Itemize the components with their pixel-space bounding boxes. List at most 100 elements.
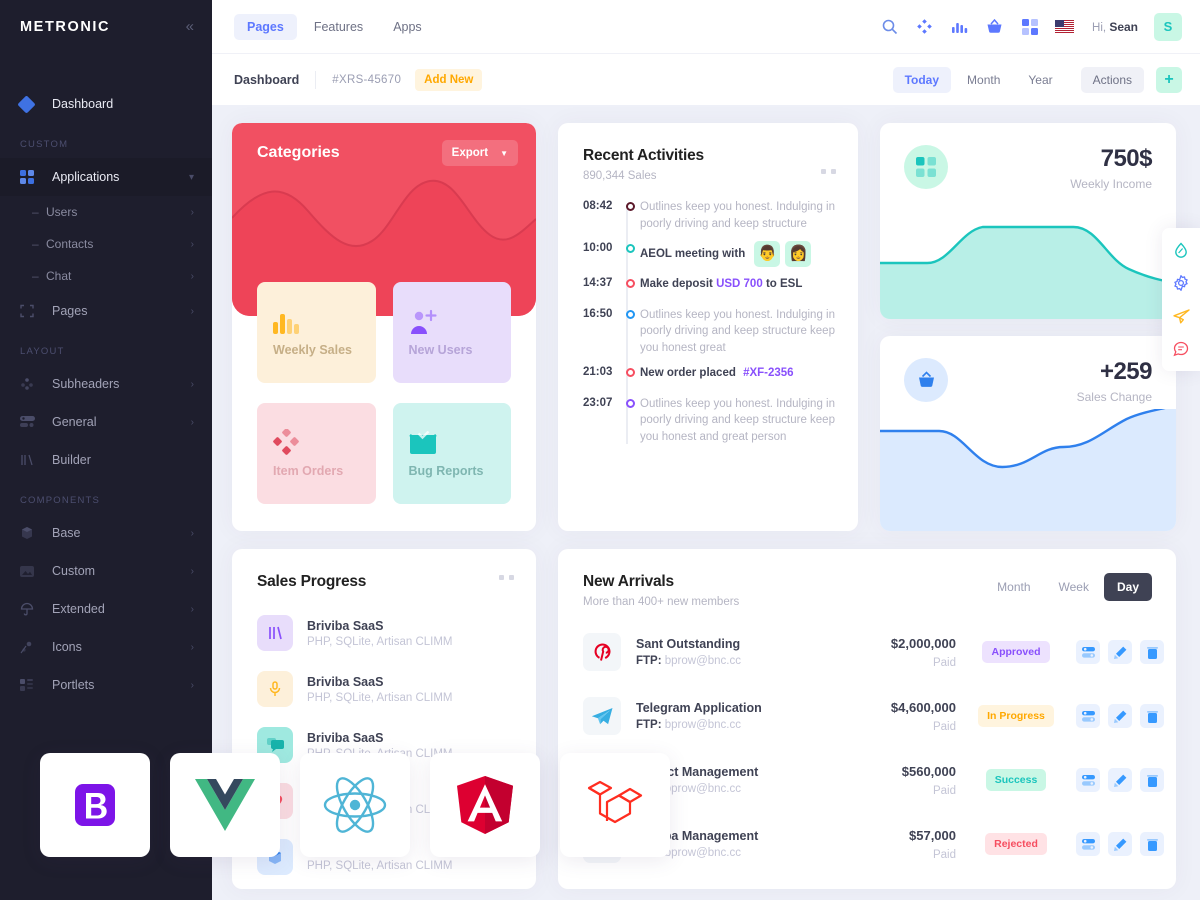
new-arrivals-tabs: Month Week Day xyxy=(984,573,1152,601)
sidebar-item-label: Users xyxy=(46,205,78,219)
dots-icon[interactable] xyxy=(499,575,514,580)
list-item[interactable]: Briviba SaaS PHP, SQLite, Artisan CLIMM xyxy=(257,661,514,717)
sidebar-item-general[interactable]: General › xyxy=(0,403,212,441)
delete-icon[interactable] xyxy=(1140,768,1164,792)
sidebar-item-pages[interactable]: Pages › xyxy=(0,292,212,330)
card-title: New Arrivals xyxy=(583,573,674,590)
angular-logo[interactable] xyxy=(430,753,540,857)
list-item[interactable]: Briviba SaaS PHP, SQLite, Artisan CLIMM xyxy=(257,605,514,661)
settings-toggle-icon[interactable] xyxy=(1076,640,1100,664)
sidebar-item-extended[interactable]: Extended › xyxy=(0,590,212,628)
chat-icon[interactable] xyxy=(1162,334,1200,364)
droplet-icon[interactable] xyxy=(1162,235,1200,265)
tab-month[interactable]: Month xyxy=(984,573,1043,601)
activity-text-wrap: Make deposit USD 700 to ESL xyxy=(640,276,836,293)
tab-features[interactable]: Features xyxy=(301,14,376,40)
table-row[interactable]: Sant Outstanding FTP: bprow@bnc.cc $2,00… xyxy=(583,620,1164,684)
chevron-right-icon: › xyxy=(190,378,194,390)
greeting: Hi, Sean xyxy=(1092,20,1138,34)
settings-toggle-icon[interactable] xyxy=(1076,832,1100,856)
row-amount: $560,000 Paid xyxy=(826,764,956,797)
export-button[interactable]: Export ▼ xyxy=(441,140,518,166)
tile-bug-reports[interactable]: Bug Reports xyxy=(392,403,511,504)
sidebar-item-icons[interactable]: Icons › xyxy=(0,628,212,666)
sidebar-item-custom[interactable]: Custom › xyxy=(0,552,212,590)
delete-icon[interactable] xyxy=(1140,640,1164,664)
sidebar-item-label: Applications xyxy=(52,170,120,184)
timeline-bullet xyxy=(620,276,640,293)
sidebar-item-subheaders[interactable]: Subheaders › xyxy=(0,365,212,403)
sparkle-icon xyxy=(20,640,42,654)
sidebar-item-applications[interactable]: Applications ▾ xyxy=(0,158,212,196)
gear-icon[interactable] xyxy=(1162,268,1200,298)
delete-icon[interactable] xyxy=(1140,704,1164,728)
sidebar-item-users[interactable]: – Users › xyxy=(0,196,212,228)
sidebar-item-builder[interactable]: Builder xyxy=(0,441,212,479)
tab-day[interactable]: Day xyxy=(1103,573,1152,601)
columns-icon xyxy=(20,453,42,467)
activity-time: 10:00 xyxy=(583,242,613,254)
bar-chart-icon xyxy=(273,296,362,334)
sidebar-item-dashboard[interactable]: Dashboard xyxy=(0,85,212,123)
activity-item[interactable]: 16:50 Outlines keep you honest. Indulgin… xyxy=(583,307,836,366)
tile-weekly-sales[interactable]: Weekly Sales xyxy=(257,282,376,383)
actions-button[interactable]: Actions xyxy=(1080,66,1144,93)
activity-link[interactable]: USD 700 xyxy=(716,278,763,290)
activity-link[interactable]: #XF-2356 xyxy=(743,367,794,379)
sidebar-item-base[interactable]: Base › xyxy=(0,514,212,552)
row-actions xyxy=(1076,704,1164,728)
chevrons-left-icon[interactable]: « xyxy=(186,19,194,34)
tab-apps[interactable]: Apps xyxy=(380,14,435,40)
settings-toggle-icon[interactable] xyxy=(1076,768,1100,792)
avatar[interactable]: S xyxy=(1154,12,1182,41)
share-icon[interactable] xyxy=(915,17,934,36)
mail-check-icon xyxy=(408,417,498,455)
edit-icon[interactable] xyxy=(1108,640,1132,664)
settings-toggle-icon[interactable] xyxy=(1076,704,1100,728)
sidebar-item-label: Base xyxy=(52,526,81,540)
image-icon xyxy=(20,565,42,578)
man-avatar: 👨 xyxy=(754,241,781,267)
dash-icon: – xyxy=(32,205,39,219)
tile-item-orders[interactable]: Item Orders xyxy=(257,403,376,504)
sidebar-item-contacts[interactable]: – Contacts › xyxy=(0,228,212,260)
delete-icon[interactable] xyxy=(1140,832,1164,856)
filter-today[interactable]: Today xyxy=(892,66,952,93)
search-icon[interactable] xyxy=(880,17,899,36)
activity-item[interactable]: 08:42 Outlines keep you honest. Indulgin… xyxy=(583,199,836,241)
add-new-button[interactable]: Add New xyxy=(415,68,483,91)
row-amount-value: $560,000 xyxy=(901,763,956,779)
row-amount: $2,000,000 Paid xyxy=(826,636,956,669)
vue-logo[interactable] xyxy=(170,753,280,857)
laravel-logo[interactable] xyxy=(560,753,670,857)
tab-pages[interactable]: Pages xyxy=(234,13,297,40)
bar-chart-icon[interactable] xyxy=(950,17,969,36)
activity-item[interactable]: 10:00 AEOL meeting with 👨 👩 xyxy=(583,241,836,276)
dots-icon[interactable] xyxy=(821,169,836,174)
activity-time: 16:50 xyxy=(583,307,613,320)
row-amount-value: $57,000 xyxy=(909,827,956,843)
activity-item[interactable]: 23:07 Outlines keep you honest. Indulgin… xyxy=(583,396,836,455)
stat-value: +259 xyxy=(1099,357,1153,385)
react-logo[interactable] xyxy=(300,753,410,857)
filter-year[interactable]: Year xyxy=(1016,67,1064,93)
edit-icon[interactable] xyxy=(1108,832,1132,856)
tab-week[interactable]: Week xyxy=(1046,573,1102,601)
sidebar-item-portlets[interactable]: Portlets › xyxy=(0,666,212,704)
chevron-right-icon: › xyxy=(190,641,194,653)
tile-new-users[interactable]: New Users xyxy=(392,282,511,383)
brand-header: METRONIC « xyxy=(0,0,212,53)
activity-item[interactable]: 21:03 New order placed #XF-2356 xyxy=(583,365,836,396)
activity-item[interactable]: 14:37 Make deposit USD 700 to ESL xyxy=(583,276,836,307)
edit-icon[interactable] xyxy=(1108,704,1132,728)
bootstrap-logo[interactable] xyxy=(40,753,150,857)
edit-icon[interactable] xyxy=(1108,768,1132,792)
sidebar-item-chat[interactable]: – Chat › xyxy=(0,260,212,292)
basket-icon[interactable] xyxy=(985,17,1004,36)
send-icon[interactable] xyxy=(1162,301,1200,331)
flag-us-icon[interactable] xyxy=(1055,17,1075,36)
table-row[interactable]: Telegram Application FTP: bprow@bnc.cc $… xyxy=(583,684,1164,748)
filter-month[interactable]: Month xyxy=(955,67,1012,93)
grid-icon[interactable] xyxy=(1020,17,1039,36)
plus-icon[interactable]: + xyxy=(1156,66,1182,93)
